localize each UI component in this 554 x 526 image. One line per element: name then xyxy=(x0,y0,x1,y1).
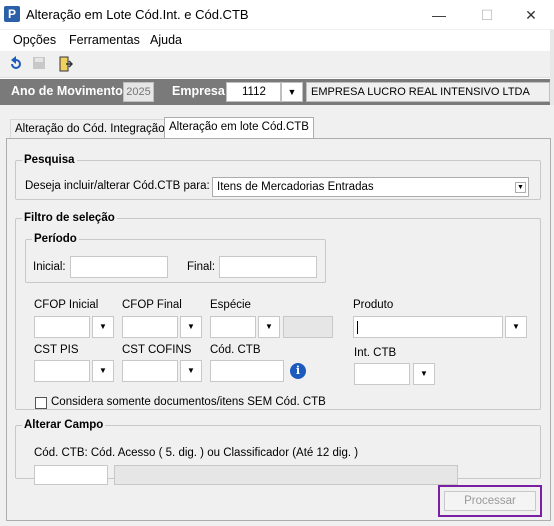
cst-pis-dropdown[interactable]: ▼ xyxy=(92,360,114,382)
cfop-final-label: CFOP Final xyxy=(122,299,182,311)
save-icon[interactable] xyxy=(29,55,49,75)
filtro-legend: Filtro de seleção xyxy=(24,212,115,224)
int-ctb-input[interactable] xyxy=(354,363,410,385)
chevron-down-icon: ▼ xyxy=(187,322,195,331)
empresa-dropdown-button[interactable]: ▼ xyxy=(281,82,303,102)
periodo-final-input[interactable] xyxy=(219,256,317,278)
cst-pis-input[interactable] xyxy=(34,360,90,382)
cst-pis-label: CST PIS xyxy=(34,344,79,356)
undo-icon[interactable] xyxy=(6,55,26,75)
int-ctb-label: Int. CTB xyxy=(354,347,397,359)
title-bar: P Alteração em Lote Cód.Int. e Cód.CTB —… xyxy=(0,0,554,30)
produto-label: Produto xyxy=(353,299,394,311)
cst-cofins-label: CST COFINS xyxy=(122,344,192,356)
sem-cod-ctb-label: Considera somente documentos/itens SEM C… xyxy=(51,396,326,408)
app-icon: P xyxy=(4,6,20,22)
toolbar xyxy=(0,51,554,78)
pesquisa-group: Pesquisa Deseja incluir/alterar Cód.CTB … xyxy=(15,154,541,200)
ano-field[interactable]: 2025 xyxy=(123,82,154,102)
empresa-label: Empresa xyxy=(172,84,225,98)
produto-input[interactable] xyxy=(353,316,503,338)
empresa-name-field: EMPRESA LUCRO REAL INTENSIVO LTDA xyxy=(306,82,550,102)
cod-ctb-input[interactable] xyxy=(210,360,284,382)
chevron-down-icon: ▼ xyxy=(512,322,520,331)
minimize-button[interactable]: — xyxy=(416,0,462,30)
menu-ferramentas[interactable]: Ferramentas xyxy=(69,33,140,47)
pesquisa-select[interactable]: Itens de Mercadorias Entradas ▼ xyxy=(212,177,529,197)
cod-ctb-novo-description xyxy=(114,465,458,485)
chevron-down-icon: ▼ xyxy=(99,322,107,331)
ano-label: Ano de Movimento xyxy=(11,84,123,98)
cod-ctb-novo-input[interactable] xyxy=(34,465,108,485)
menu-bar: Opções Ferramentas Ajuda xyxy=(0,30,554,51)
menu-opcoes[interactable]: Opções xyxy=(13,33,56,47)
chevron-down-icon: ▼ xyxy=(99,366,107,375)
menu-ajuda[interactable]: Ajuda xyxy=(150,33,182,47)
inicial-label: Inicial: xyxy=(33,261,66,273)
header-band: Ano de Movimento 2025 Empresa 1112 ▼ EMP… xyxy=(0,79,554,105)
int-ctb-dropdown[interactable]: ▼ xyxy=(413,363,435,385)
main-area: Alteração do Cód. Integração Alteração e… xyxy=(0,105,554,526)
tab-panel: Pesquisa Deseja incluir/alterar Cód.CTB … xyxy=(6,138,551,521)
periodo-group: Período Inicial: Final: xyxy=(25,233,326,283)
chevron-down-icon: ▼ xyxy=(420,369,428,378)
alterar-hint: Cód. CTB: Cód. Acesso ( 5. dig. ) ou Cla… xyxy=(34,447,359,459)
tab-alteracao-lote-cod-ctb[interactable]: Alteração em lote Cód.CTB xyxy=(164,117,314,138)
pesquisa-legend: Pesquisa xyxy=(24,154,75,166)
periodo-inicial-input[interactable] xyxy=(70,256,168,278)
processar-highlight: Processar xyxy=(438,485,542,517)
exit-icon[interactable] xyxy=(55,55,75,75)
especie-input[interactable] xyxy=(210,316,256,338)
text-cursor xyxy=(357,321,358,334)
cfop-inicial-label: CFOP Inicial xyxy=(34,299,99,311)
final-label: Final: xyxy=(187,261,216,273)
produto-dropdown[interactable]: ▼ xyxy=(505,316,527,338)
empresa-code-field[interactable]: 1112 xyxy=(226,82,281,102)
cod-ctb-label: Cód. CTB xyxy=(210,344,261,356)
cfop-inicial-input[interactable] xyxy=(34,316,90,338)
periodo-legend: Período xyxy=(34,233,77,245)
especie-label: Espécie xyxy=(210,299,251,311)
especie-description xyxy=(283,316,333,338)
pesquisa-selected-value: Itens de Mercadorias Entradas xyxy=(217,181,374,193)
alterar-legend: Alterar Campo xyxy=(24,419,104,431)
cfop-final-dropdown[interactable]: ▼ xyxy=(180,316,202,338)
cst-cofins-input[interactable] xyxy=(122,360,178,382)
tab-alteracao-cod-integracao[interactable]: Alteração do Cód. Integração xyxy=(10,119,170,138)
cfop-inicial-dropdown[interactable]: ▼ xyxy=(92,316,114,338)
chevron-down-icon: ▼ xyxy=(265,322,273,331)
info-icon[interactable]: i xyxy=(290,363,306,379)
cst-cofins-dropdown[interactable]: ▼ xyxy=(180,360,202,382)
filtro-group: Filtro de seleção Período Inicial: Final… xyxy=(15,212,541,410)
chevron-down-icon: ▼ xyxy=(287,87,297,97)
sem-cod-ctb-checkbox[interactable] xyxy=(35,397,47,409)
chevron-down-icon: ▼ xyxy=(187,366,195,375)
maximize-button[interactable]: ☐ xyxy=(464,0,510,30)
window-title: Alteração em Lote Cód.Int. e Cód.CTB xyxy=(26,7,249,22)
close-button[interactable]: ✕ xyxy=(508,0,554,30)
especie-dropdown[interactable]: ▼ xyxy=(258,316,280,338)
chevron-down-icon: ▼ xyxy=(515,182,526,193)
alterar-campo-group: Alterar Campo Cód. CTB: Cód. Acesso ( 5.… xyxy=(15,419,541,485)
cfop-final-input[interactable] xyxy=(122,316,178,338)
processar-button[interactable]: Processar xyxy=(444,491,536,511)
pesquisa-prompt: Deseja incluir/alterar Cód.CTB para: xyxy=(25,180,210,192)
